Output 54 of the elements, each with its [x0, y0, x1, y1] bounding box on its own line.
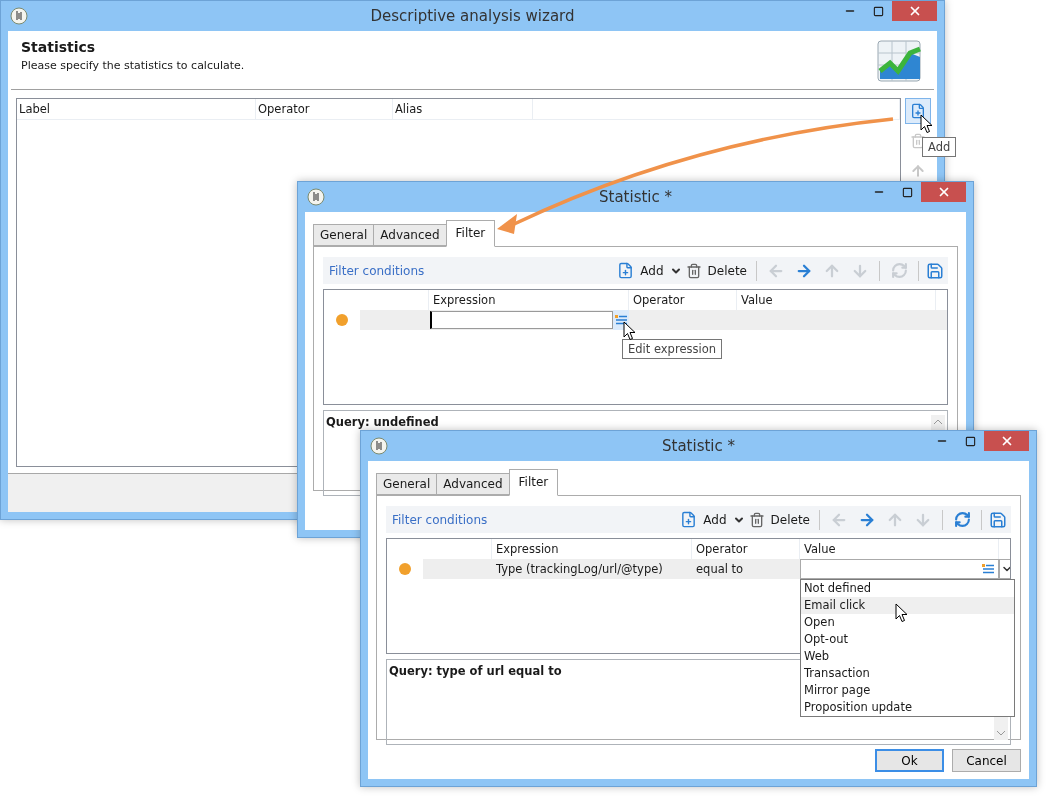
app-icon — [10, 7, 28, 25]
dropdown-option[interactable]: Email click — [801, 597, 1014, 614]
toolbar-title: Filter conditions — [329, 263, 425, 278]
query-text: Query: type of url equal to — [389, 664, 562, 678]
add-button[interactable] — [905, 98, 931, 124]
section-heading: Statistics — [21, 39, 97, 55]
dropdown-button[interactable] — [999, 559, 1010, 579]
column-header[interactable]: Label — [17, 99, 256, 119]
mouse-pointer-icon — [895, 603, 909, 623]
app-icon — [307, 188, 325, 206]
delete-button[interactable]: Delete — [705, 263, 749, 278]
table-cell-text: Type (trackingLog/url/@type) — [495, 561, 664, 578]
save-icon[interactable] — [926, 261, 944, 280]
dialog-button[interactable]: Cancel — [952, 749, 1021, 772]
mouse-pointer-icon — [623, 321, 637, 341]
maximize-icon[interactable] — [872, 5, 884, 17]
status-dot — [399, 563, 411, 575]
tab[interactable]: General — [313, 224, 375, 246]
delete-button[interactable]: Delete — [768, 512, 812, 527]
section-subtitle: Please specify the statistics to calculate. — [21, 59, 246, 72]
tooltip: Add — [922, 137, 957, 157]
window-title: Descriptive analysis wizard — [369, 7, 576, 25]
tooltip: Edit expression — [622, 339, 722, 359]
app-icon — [370, 437, 388, 455]
query-text: Query: undefined — [326, 415, 439, 429]
column-header[interactable]: Alias — [393, 99, 533, 119]
chart-icon — [876, 39, 924, 85]
add-button[interactable]: Add — [638, 263, 666, 278]
table-cell-text: equal to — [695, 561, 745, 578]
trash-icon[interactable] — [748, 511, 765, 528]
table-row[interactable]: Type (trackingLog/url/@type) equal to — [423, 559, 1010, 579]
column-header[interactable]: Operator — [256, 99, 393, 119]
toolbar-title: Filter conditions — [392, 512, 488, 527]
mouse-pointer-icon — [920, 114, 934, 134]
add-icon[interactable] — [617, 262, 635, 279]
value-field[interactable] — [800, 559, 999, 579]
add-button[interactable]: Add — [701, 512, 729, 527]
tab[interactable]: Advanced — [373, 224, 447, 246]
window-title: Statistic * — [598, 188, 673, 206]
trash-icon[interactable] — [685, 262, 702, 279]
maximize-icon[interactable] — [964, 435, 976, 447]
maximize-icon[interactable] — [901, 186, 913, 198]
window-title: Statistic * — [661, 437, 736, 455]
add-file-icon[interactable] — [910, 103, 926, 119]
add-icon[interactable] — [680, 511, 698, 528]
status-dot — [336, 314, 348, 326]
tab[interactable]: Filter — [508, 469, 559, 496]
expression-input[interactable] — [430, 311, 613, 329]
tab[interactable]: General — [376, 473, 438, 495]
edit-expression-icon[interactable] — [615, 315, 627, 325]
save-icon[interactable] — [989, 510, 1007, 529]
dialog-button[interactable]: Ok — [875, 749, 944, 772]
tab[interactable]: Filter — [445, 220, 496, 247]
tab[interactable]: Advanced — [436, 473, 510, 495]
